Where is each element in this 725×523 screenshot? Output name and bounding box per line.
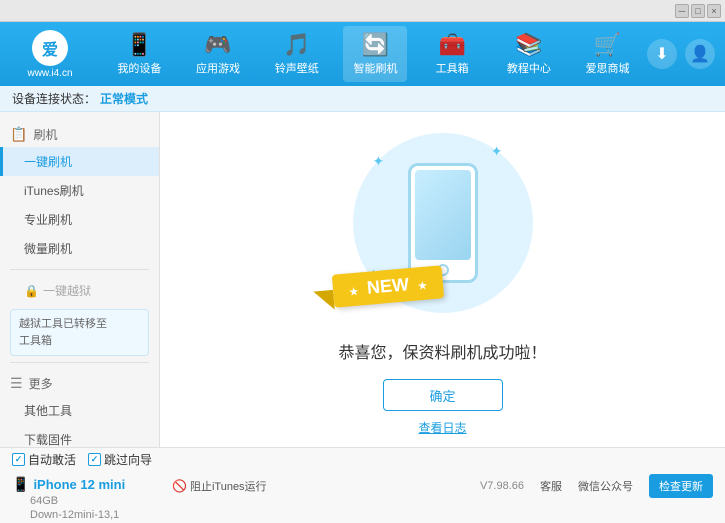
phone-screen — [415, 170, 471, 260]
nav-smart-flash[interactable]: 🔄 智能刷机 — [343, 26, 407, 82]
nav-my-device-label: 我的设备 — [117, 60, 161, 76]
wechat-link[interactable]: 微信公众号 — [578, 478, 633, 494]
nav-toolbox-label: 工具箱 — [436, 60, 469, 76]
nav-ringtone[interactable]: 🎵 铃声壁纸 — [265, 26, 329, 82]
phone-illustration: ✦ ✦ ✦ NEW — [343, 123, 543, 323]
nav-mall-label: 爱思商城 — [586, 60, 630, 76]
tutorial-icon: 📚 — [515, 32, 542, 58]
status-value: 正常模式 — [100, 90, 148, 107]
minimize-button[interactable]: ─ — [675, 4, 689, 18]
nav-mall[interactable]: 🛒 爱思商城 — [576, 26, 640, 82]
device-storage: 64GB — [30, 495, 172, 507]
bottom-bar: 自动敢活 跳过向导 📱 iPhone 12 mini 64GB Down-12m… — [0, 447, 725, 523]
sparkle-2: ✦ — [491, 143, 503, 160]
confirm-button[interactable]: 确定 — [383, 379, 503, 411]
sidebar-jailbreak-locked: 🔒 一键越狱 — [0, 276, 159, 305]
nav-apps-games[interactable]: 🎮 应用游戏 — [186, 26, 250, 82]
status-prefix: 设备连接状态： — [12, 90, 96, 107]
skip-wizard-label: 跳过向导 — [104, 451, 152, 468]
check-update-button[interactable]: 检查更新 — [649, 474, 713, 498]
itunes-notice: 🚫 阻止iTunes运行 — [172, 478, 480, 494]
learn-more-link[interactable]: 查看日志 — [418, 419, 466, 436]
sidebar-jailbreak-notice: 越狱工具已转移至工具箱 — [10, 309, 149, 356]
window-controls[interactable]: ─ □ × — [675, 4, 721, 18]
user-button[interactable]: 👤 — [685, 39, 715, 69]
sidebar-item-download-firmware[interactable]: 下载固件 — [0, 425, 159, 447]
device-phone-icon: 📱 — [12, 476, 29, 493]
skip-wizard-checkbox-item[interactable]: 跳过向导 — [88, 451, 152, 468]
skip-wizard-checkbox[interactable] — [88, 453, 101, 466]
close-button[interactable]: × — [707, 4, 721, 18]
sidebar-item-micro-flash[interactable]: 微量刷机 — [0, 234, 159, 263]
sparkle-1: ✦ — [373, 153, 385, 170]
auto-start-checkbox-item[interactable]: 自动敢活 — [12, 451, 76, 468]
nav-my-device[interactable]: 📱 我的设备 — [107, 26, 171, 82]
title-bar: ─ □ × — [0, 0, 725, 22]
header-right: ⬇ 👤 — [647, 39, 715, 69]
customer-service-link[interactable]: 客服 — [540, 478, 562, 494]
auto-start-label: 自动敢活 — [28, 451, 76, 468]
sidebar: 📋 刷机 一键刷机 iTunes刷机 专业刷机 微量刷机 🔒 一键越狱 — [0, 112, 160, 447]
app-window: 爱 www.i4.cn 📱 我的设备 🎮 应用游戏 🎵 铃声壁纸 🔄 智能刷机 — [0, 22, 725, 523]
phone-device — [408, 163, 478, 283]
sidebar-divider-2 — [10, 362, 149, 363]
nav-toolbox[interactable]: 🧰 工具箱 — [422, 26, 482, 82]
flash-section-label: 刷机 — [33, 126, 57, 143]
download-button[interactable]: ⬇ — [647, 39, 677, 69]
lock-icon: 🔒 — [24, 284, 39, 298]
more-section-icon: ☰ — [10, 375, 23, 392]
sidebar-item-pro-flash[interactable]: 专业刷机 — [0, 205, 159, 234]
success-message: 恭喜您，保资料刷机成功啦！ — [338, 339, 546, 363]
flash-section-icon: 📋 — [10, 126, 27, 143]
status-bar: 设备连接状态： 正常模式 — [0, 86, 725, 112]
sidebar-item-one-click-flash[interactable]: 一键刷机 — [0, 147, 159, 176]
new-badge: NEW — [331, 265, 443, 307]
sidebar-flash-header: 📋 刷机 — [0, 120, 159, 147]
device-info: 📱 iPhone 12 mini 64GB Down-12mini-13,1 — [12, 472, 172, 521]
stop-icon: 🚫 — [172, 479, 187, 493]
bottom-center: 🚫 阻止iTunes运行 — [172, 478, 480, 494]
itunes-status-text: 阻止iTunes运行 — [190, 478, 267, 494]
main-content: ✦ ✦ ✦ NEW 恭喜您，保资料刷机成功啦！ 确定 查看日志 — [160, 112, 725, 447]
smart-flash-icon: 🔄 — [362, 32, 389, 58]
phone-circle: ✦ ✦ ✦ NEW — [353, 133, 533, 313]
toolbox-icon: 🧰 — [438, 32, 465, 58]
nav-bar: 📱 我的设备 🎮 应用游戏 🎵 铃声壁纸 🔄 智能刷机 🧰 工具箱 📚 — [100, 26, 647, 82]
bottom-right: V7.98.66 客服 微信公众号 检查更新 — [480, 474, 713, 498]
apps-games-icon: 🎮 — [204, 32, 231, 58]
logo-icon: 爱 — [32, 30, 68, 66]
nav-ringtone-label: 铃声壁纸 — [275, 60, 319, 76]
device-name-row: 📱 iPhone 12 mini — [12, 476, 172, 493]
device-name: iPhone 12 mini — [33, 477, 125, 492]
my-device-icon: 📱 — [126, 32, 153, 58]
ringtone-icon: 🎵 — [283, 32, 310, 58]
new-ribbon — [313, 290, 335, 312]
bottom-left: 自动敢活 跳过向导 📱 iPhone 12 mini 64GB Down-12m… — [12, 451, 172, 521]
version-text: V7.98.66 — [480, 480, 524, 492]
device-firmware: Down-12mini-13,1 — [30, 509, 172, 521]
mall-icon: 🛒 — [594, 32, 621, 58]
sidebar-divider-1 — [10, 269, 149, 270]
more-section-label: 更多 — [29, 375, 53, 392]
header: 爱 www.i4.cn 📱 我的设备 🎮 应用游戏 🎵 铃声壁纸 🔄 智能刷机 — [0, 22, 725, 86]
nav-tutorial[interactable]: 📚 教程中心 — [497, 26, 561, 82]
maximize-button[interactable]: □ — [691, 4, 705, 18]
checkbox-row: 自动敢活 跳过向导 — [12, 451, 172, 468]
nav-tutorial-label: 教程中心 — [507, 60, 551, 76]
sidebar-item-itunes-flash[interactable]: iTunes刷机 — [0, 176, 159, 205]
auto-start-checkbox[interactable] — [12, 453, 25, 466]
nav-apps-games-label: 应用游戏 — [196, 60, 240, 76]
content-area: 📋 刷机 一键刷机 iTunes刷机 专业刷机 微量刷机 🔒 一键越狱 — [0, 112, 725, 447]
sidebar-more-header: ☰ 更多 — [0, 369, 159, 396]
sidebar-item-other-tools[interactable]: 其他工具 — [0, 396, 159, 425]
logo[interactable]: 爱 www.i4.cn — [10, 30, 90, 79]
logo-url: www.i4.cn — [27, 68, 72, 79]
nav-smart-flash-label: 智能刷机 — [353, 60, 397, 76]
